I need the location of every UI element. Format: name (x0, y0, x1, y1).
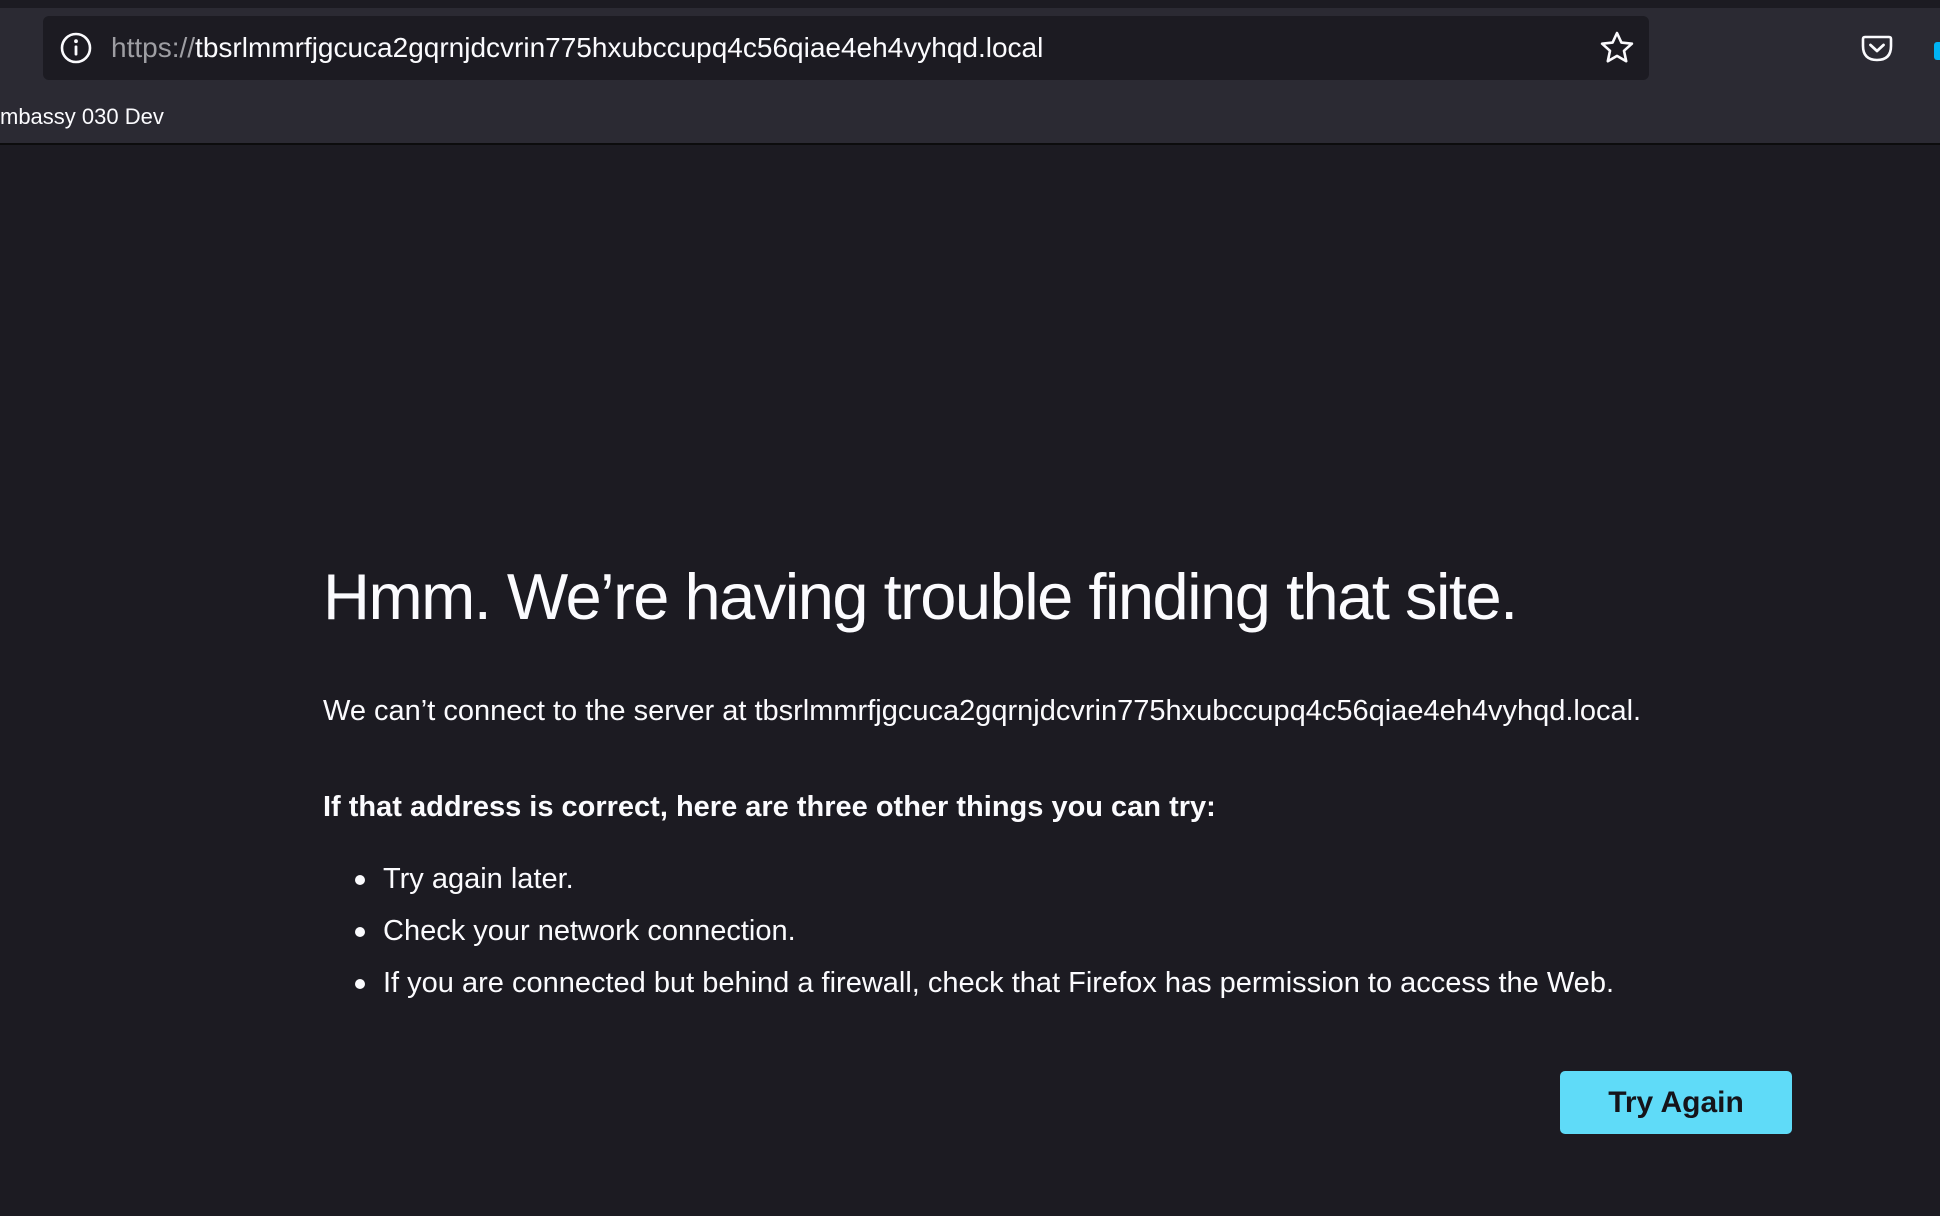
url-text[interactable]: https://tbsrlmmrfjgcuca2gqrnjdcvrin775hx… (111, 16, 1043, 80)
account-icon[interactable] (1934, 42, 1940, 60)
star-icon[interactable] (1599, 30, 1635, 66)
list-item: Try again later. (355, 853, 1843, 905)
list-item: Check your network connection. (355, 905, 1843, 957)
bookmark-item[interactable]: mbassy 030 Dev (0, 100, 164, 134)
list-item: If you are connected but behind a firewa… (355, 957, 1843, 1009)
error-content: Hmm. We’re having trouble finding that s… (323, 545, 1843, 1009)
pocket-icon[interactable] (1860, 31, 1894, 65)
suggestions-heading: If that address is correct, here are thr… (323, 791, 1216, 823)
try-again-button[interactable]: Try Again (1560, 1071, 1792, 1134)
address-bar[interactable]: https://tbsrlmmrfjgcuca2gqrnjdcvrin775hx… (43, 16, 1649, 80)
error-description: We can’t connect to the server at tbsrlm… (323, 695, 1642, 727)
url-scheme: https:// (111, 32, 196, 63)
url-host: tbsrlmmrfjgcuca2gqrnjdcvrin775hxubccupq4… (195, 32, 1044, 63)
suggestions-list: Try again later. Check your network conn… (323, 853, 1843, 1009)
tab-strip (0, 0, 1940, 8)
browser-toolbar: https://tbsrlmmrfjgcuca2gqrnjdcvrin775hx… (0, 0, 1940, 145)
error-title: Hmm. We’re having trouble finding that s… (323, 560, 1518, 633)
info-icon[interactable] (59, 31, 93, 65)
